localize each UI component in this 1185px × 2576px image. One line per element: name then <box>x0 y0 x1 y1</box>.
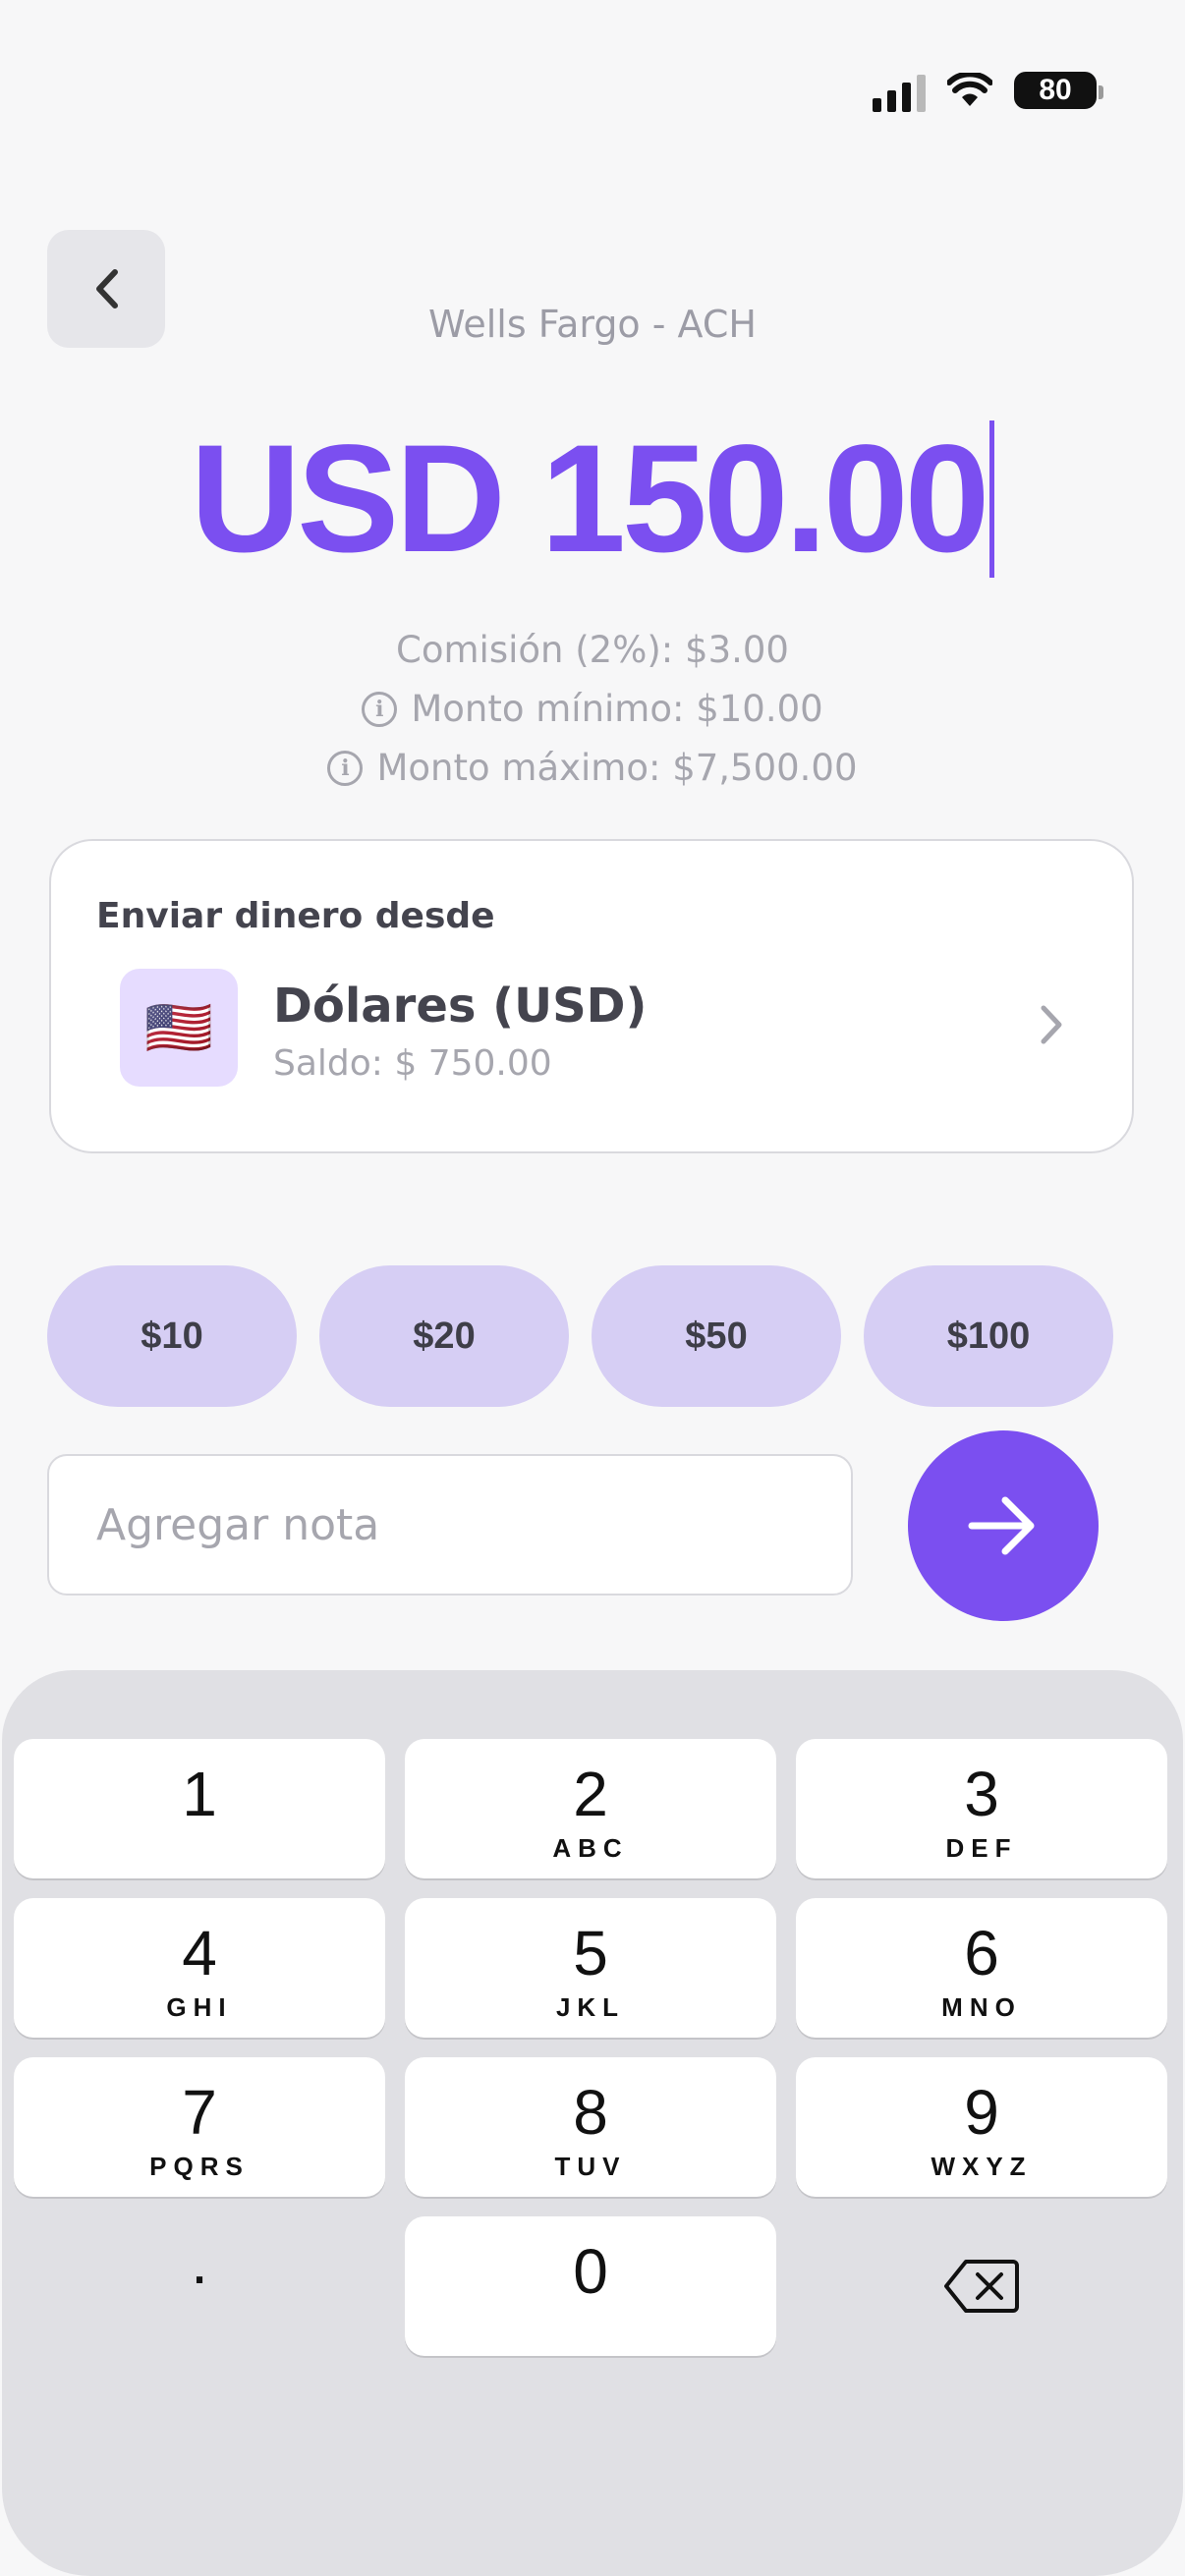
key-backspace[interactable] <box>796 2216 1167 2356</box>
commission-text: Comisión (2%): $3.00 <box>396 629 789 671</box>
key-9[interactable]: 9 WXYZ <box>796 2057 1167 2197</box>
text-cursor <box>989 420 995 578</box>
continue-button[interactable] <box>908 1430 1099 1621</box>
amount-display[interactable]: USD 150.00 <box>0 420 1185 578</box>
quick-amount-10[interactable]: $10 <box>47 1265 297 1407</box>
info-icon: i <box>327 751 364 786</box>
quick-amount-50[interactable]: $50 <box>592 1265 841 1407</box>
key-7[interactable]: 7 PQRS <box>14 2057 385 2197</box>
quick-amount-100[interactable]: $100 <box>864 1265 1113 1407</box>
max-amount-text: i Monto máximo: $7,500.00 <box>0 739 1185 798</box>
numeric-keypad: 1 2 ABC 3 DEF 4 GHI 5 JKL 6 MNO 7 PQRS 8… <box>2 1670 1183 2576</box>
key-2[interactable]: 2 ABC <box>405 1739 776 1878</box>
fee-info: Comisión (2%): $3.00 i Monto mínimo: $10… <box>0 621 1185 798</box>
key-5[interactable]: 5 JKL <box>405 1898 776 2038</box>
currency-name: Dólares (USD) <box>273 979 648 1034</box>
quick-amount-20[interactable]: $20 <box>319 1265 569 1407</box>
status-bar: 80 <box>873 69 1103 112</box>
key-3[interactable]: 3 DEF <box>796 1739 1167 1878</box>
key-0[interactable]: 0 <box>405 2216 776 2356</box>
info-icon: i <box>362 692 398 727</box>
amount-value: USD 150.00 <box>190 414 990 585</box>
wifi-icon <box>947 73 992 106</box>
arrow-right-icon <box>968 1496 1035 1555</box>
key-4[interactable]: 4 GHI <box>14 1898 385 2038</box>
us-flag-icon: 🇺🇸 <box>144 996 213 1060</box>
key-6[interactable]: 6 MNO <box>796 1898 1167 2038</box>
min-amount-text: i Monto mínimo: $10.00 <box>0 680 1185 739</box>
recipient-subtitle: Wells Fargo - ACH <box>427 303 757 346</box>
key-decimal[interactable]: . <box>14 2216 385 2356</box>
key-8[interactable]: 8 TUV <box>405 2057 776 2197</box>
note-placeholder: Agregar nota <box>96 1499 380 1550</box>
flag-avatar: 🇺🇸 <box>120 969 238 1087</box>
signal-icon <box>873 69 926 112</box>
backspace-icon <box>944 2260 1019 2313</box>
note-input[interactable]: Agregar nota <box>47 1454 853 1596</box>
battery-icon: 80 <box>1014 72 1103 109</box>
source-title: Enviar dinero desde <box>96 896 495 936</box>
balance-text: Saldo: $ 750.00 <box>273 1043 552 1084</box>
source-account-card[interactable]: Enviar dinero desde 🇺🇸 Dólares (USD) Sal… <box>49 839 1134 1153</box>
key-1[interactable]: 1 <box>14 1739 385 1878</box>
chevron-right-icon <box>1041 1005 1062 1044</box>
